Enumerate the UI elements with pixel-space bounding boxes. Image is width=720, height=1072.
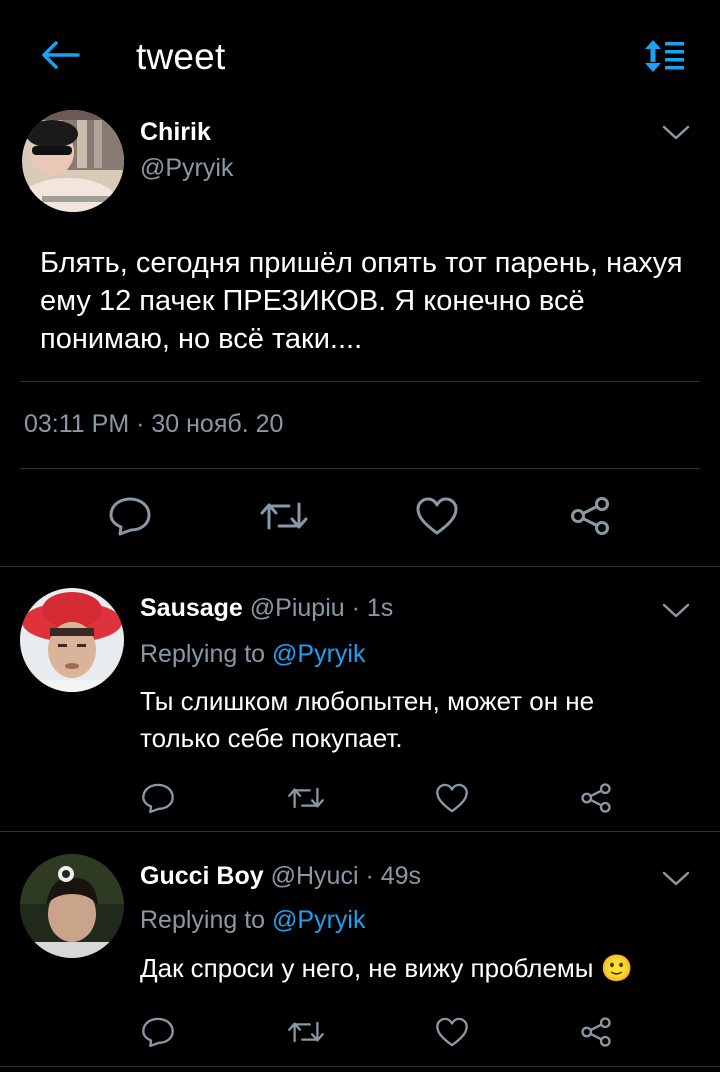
author-name[interactable]: Chirik	[140, 118, 211, 147]
reply-button[interactable]	[130, 1008, 186, 1056]
share-button[interactable]	[568, 1008, 624, 1056]
divider	[0, 566, 720, 567]
sort-icon	[645, 40, 684, 72]
author-name[interactable]: Sausage	[140, 594, 243, 622]
reply-icon	[142, 1017, 174, 1048]
reply-menu-button[interactable]	[656, 596, 696, 626]
chevron-down-icon	[662, 871, 690, 886]
share-icon	[581, 783, 611, 813]
reply-icon	[109, 497, 151, 536]
reply-age: · 1s	[351, 594, 394, 622]
share-icon	[581, 1017, 611, 1047]
like-icon	[436, 1017, 468, 1047]
tweet-text: Блять, сегодня пришёл опять тот парень, …	[40, 247, 683, 355]
chevron-down-icon	[662, 125, 690, 140]
back-arrow-icon	[42, 41, 80, 69]
author-handle[interactable]: @Piupiu	[250, 594, 345, 622]
like-icon	[436, 783, 468, 813]
share-button[interactable]	[568, 774, 624, 822]
back-button[interactable]	[30, 30, 90, 80]
sort-replies-button[interactable]	[640, 36, 690, 76]
retweet-icon	[288, 787, 324, 809]
replying-to-handle[interactable]: @Pyryik	[272, 906, 365, 934]
divider	[0, 1066, 720, 1067]
like-button[interactable]	[424, 1008, 480, 1056]
replying-to-label: Replying to	[140, 906, 266, 934]
divider	[20, 468, 700, 469]
share-icon	[571, 497, 609, 535]
author-name[interactable]: Gucci Boy	[140, 862, 264, 890]
reply-age: · 49s	[365, 862, 422, 890]
reply-icon	[142, 783, 174, 814]
tweet-timestamp: 03:11 PM · 30 нояб. 20	[24, 410, 284, 438]
author-handle[interactable]: @Hyuci	[271, 862, 359, 890]
divider	[20, 381, 700, 382]
replying-to-handle[interactable]: @Pyryik	[272, 640, 365, 668]
retweet-icon	[288, 1021, 324, 1043]
avatar[interactable]	[20, 588, 124, 692]
reply-menu-button[interactable]	[656, 864, 696, 894]
like-button[interactable]	[409, 492, 465, 540]
reply-button[interactable]	[130, 774, 186, 822]
share-button[interactable]	[562, 492, 618, 540]
retweet-button[interactable]	[256, 492, 312, 540]
divider	[0, 831, 720, 832]
page-title: tweet	[136, 36, 226, 77]
reply-text: Дак спроси у него, не вижу проблемы 🙂	[140, 953, 634, 983]
retweet-button[interactable]	[278, 774, 334, 822]
chevron-down-icon	[662, 603, 690, 618]
reply-text: Ты слишком любопытен, может он не только…	[140, 686, 595, 753]
avatar[interactable]	[22, 110, 124, 212]
like-icon	[416, 497, 458, 535]
avatar[interactable]	[20, 854, 124, 958]
replying-to-label: Replying to	[140, 640, 266, 668]
tweet-menu-button[interactable]	[656, 118, 696, 148]
reply-button[interactable]	[102, 492, 158, 540]
like-button[interactable]	[424, 774, 480, 822]
retweet-icon	[260, 502, 308, 530]
retweet-button[interactable]	[278, 1008, 334, 1056]
author-handle[interactable]: @Pyryik	[140, 154, 233, 183]
